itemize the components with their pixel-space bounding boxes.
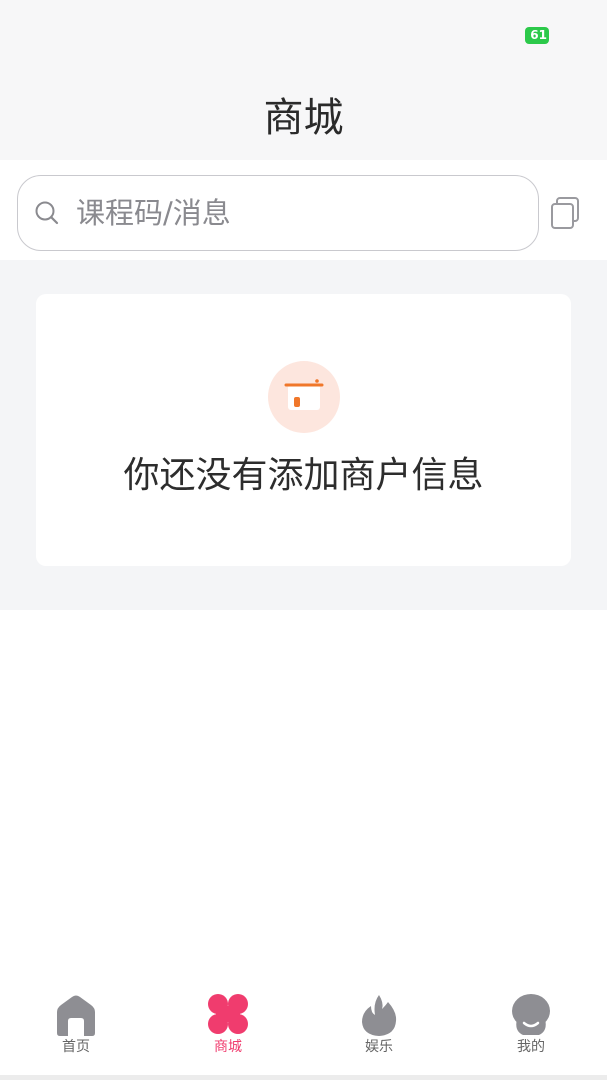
tab-label: 我的 bbox=[517, 1039, 545, 1055]
profile-face-icon bbox=[512, 994, 550, 1035]
status-bar: 61 bbox=[0, 0, 607, 70]
page-title: 商城 bbox=[263, 95, 344, 141]
home-indicator-bar bbox=[0, 1075, 607, 1080]
search-placeholder: 课程码/消息 bbox=[76, 196, 231, 230]
home-icon bbox=[57, 995, 95, 1036]
tab-label: 首页 bbox=[62, 1039, 90, 1055]
tab-mine[interactable]: 我的 bbox=[491, 985, 571, 1070]
flame-icon bbox=[362, 995, 397, 1036]
search-icon bbox=[35, 201, 59, 225]
shop-icon bbox=[268, 361, 340, 433]
tab-label: 娱乐 bbox=[365, 1039, 393, 1055]
battery-indicator: 61 bbox=[525, 27, 549, 44]
empty-state-message: 你还没有添加商户信息 bbox=[123, 455, 484, 496]
tab-label: 商城 bbox=[214, 1039, 242, 1055]
tab-entertainment[interactable]: 娱乐 bbox=[339, 985, 419, 1070]
tab-mall[interactable]: 商城 bbox=[188, 985, 268, 1070]
copy-icon[interactable] bbox=[549, 196, 581, 230]
tab-home[interactable]: 首页 bbox=[36, 985, 116, 1070]
clover-icon bbox=[208, 994, 248, 1034]
